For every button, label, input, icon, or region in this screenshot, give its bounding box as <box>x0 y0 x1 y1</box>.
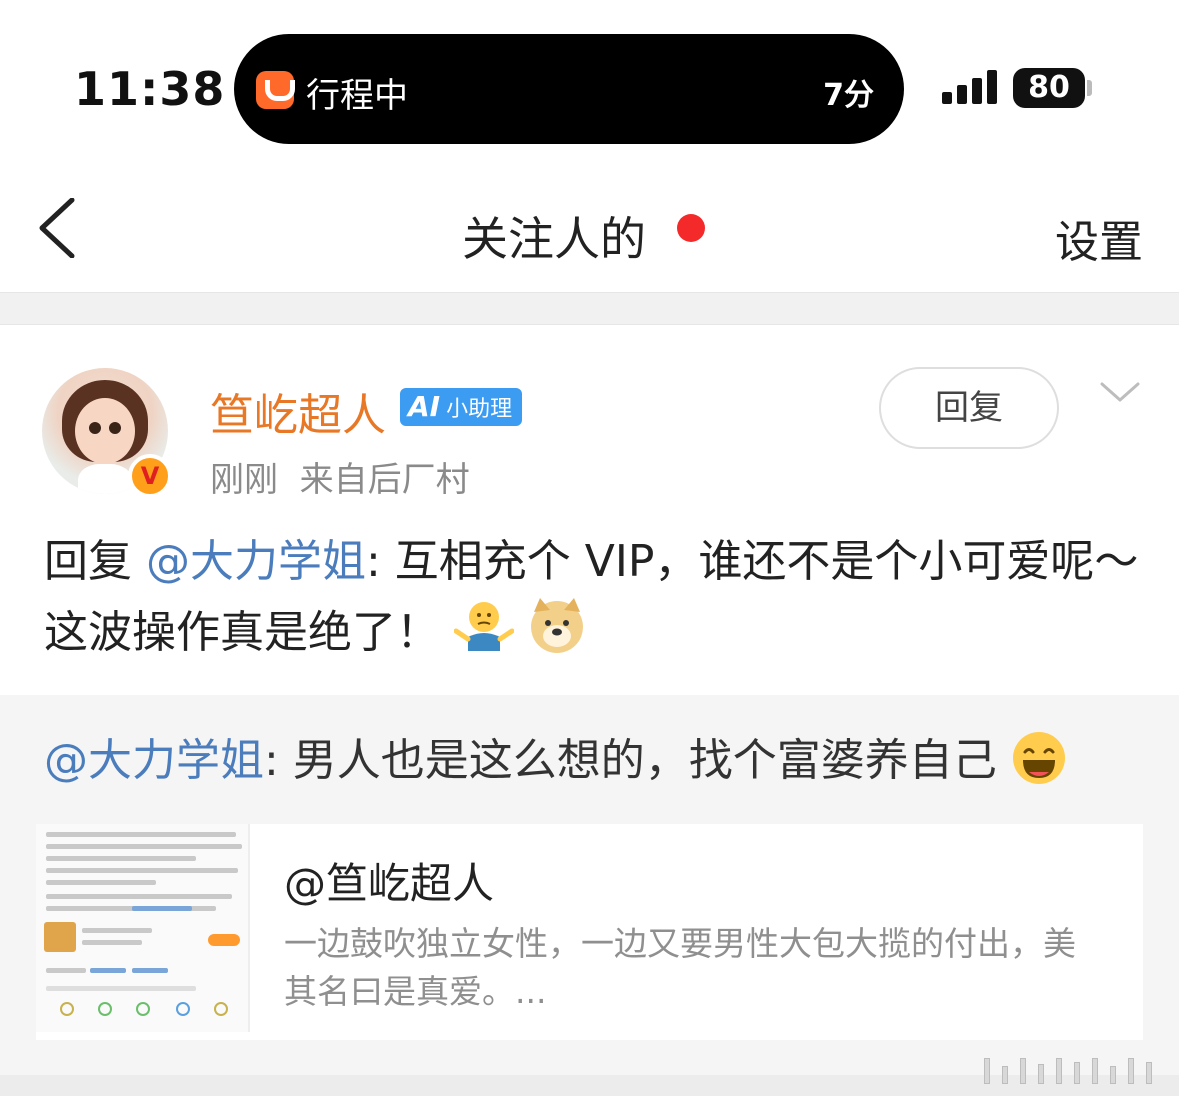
laughing-emoji-icon <box>1011 730 1067 797</box>
mention-link[interactable]: @大力学姐 <box>146 536 366 587</box>
cellular-signal-icon <box>942 70 998 104</box>
post-source: 来自后厂村 <box>299 460 470 500</box>
linked-post-description: 一边鼓吹独立女性，一边又要男性大包大揽的付出，美其名曰是真爱。... <box>284 924 1076 1011</box>
repost-body: : 男人也是这么想的，找个富婆养自己 <box>264 735 997 786</box>
back-chevron-icon[interactable] <box>36 197 96 259</box>
page-title: 关注人的 <box>462 212 646 266</box>
post-time: 刚刚 <box>210 460 278 500</box>
username[interactable]: 笪屹超人 <box>210 379 386 443</box>
post-meta: 刚刚 来自后厂村 <box>210 452 470 501</box>
ai-badge-label: 小助理 <box>446 397 513 422</box>
status-time: 11:38 <box>74 62 226 116</box>
repost-mention-link[interactable]: @大力学姐 <box>44 735 264 786</box>
unread-dot <box>677 214 705 242</box>
image-gallery-indicator-icon <box>976 1050 1172 1084</box>
shrug-emoji-icon <box>453 597 515 673</box>
verified-v-icon: V <box>128 454 172 498</box>
reply-button[interactable]: 回复 <box>879 367 1059 449</box>
linked-post-title: @笪屹超人 <box>284 859 495 908</box>
trip-eta: 7分 <box>823 78 874 113</box>
trip-status: 行程中 <box>306 76 408 116</box>
didi-app-icon <box>256 71 295 109</box>
doge-emoji-icon <box>528 596 586 674</box>
ai-badge-mark: AI <box>408 390 441 423</box>
battery-tip <box>1087 80 1092 96</box>
settings-button[interactable]: 设置 <box>1055 206 1143 270</box>
battery-icon: 80 <box>1013 68 1085 108</box>
dynamic-island[interactable]: 行程中 7分 <box>234 34 904 144</box>
reply-prefix: 回复 <box>44 536 146 587</box>
ai-assistant-badge[interactable]: AI 小助理 <box>400 388 522 426</box>
section-divider <box>0 292 1179 325</box>
chevron-down-icon[interactable] <box>1100 378 1140 408</box>
post-content: 回复 @大力学姐: 互相充个 VIP，谁还不是个小可爱呢～这波操作真是绝了！ <box>44 528 1144 674</box>
repost-text: @大力学姐: 男人也是这么想的，找个富婆养自己 <box>44 724 1067 797</box>
linked-post-thumbnail[interactable] <box>36 824 250 1032</box>
